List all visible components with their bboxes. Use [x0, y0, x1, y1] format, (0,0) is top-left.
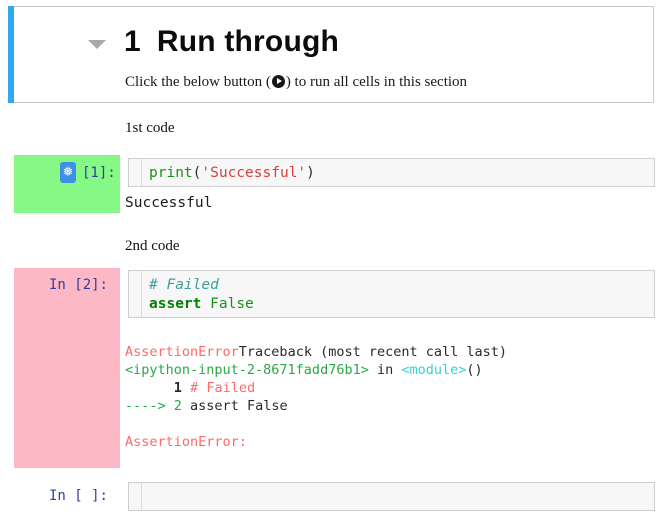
- markdown-label-first: 1st code: [125, 120, 175, 136]
- cell-1-output: Successful: [125, 195, 213, 211]
- cell-1-input-gutter: [129, 159, 142, 186]
- section-number: 1: [124, 25, 141, 58]
- cell-3-prompt: In [ ]:: [48, 488, 108, 504]
- cell-1-code: print('Successful'): [149, 164, 315, 183]
- traceback-error-name: AssertionError: [125, 344, 239, 360]
- cell-2-code: # Failed assert False: [149, 276, 254, 314]
- traceback-final-error: AssertionError:: [125, 434, 247, 450]
- traceback-header: Traceback (most recent call last): [238, 344, 508, 360]
- page-title: 1 Run through: [124, 25, 339, 59]
- subtitle-text-after: ) to run all cells in this section: [285, 74, 468, 90]
- cell-1-prompt: [1]:: [82, 165, 116, 181]
- cell-1-input-box[interactable]: print('Successful'): [128, 158, 655, 187]
- cell-2-code-comment: # Failed: [149, 277, 219, 293]
- traceback-file: <ipython-input-2-8671fadd76b1>: [125, 362, 369, 378]
- cell-2-prompt: In [2]:: [48, 277, 108, 293]
- section-accent-bar: [8, 6, 14, 103]
- markdown-label-second: 2nd code: [125, 238, 180, 254]
- cell-2-input-gutter: [129, 271, 142, 317]
- cell-2-traceback: AssertionErrorTraceback (most recent cal…: [125, 343, 507, 451]
- section-subtitle: Click the below button ( ) to run all cel…: [125, 74, 467, 91]
- subtitle-text-before: Click the below button (: [125, 74, 271, 90]
- cell-2-prompt-background: [14, 268, 120, 468]
- traceback-line4-number: 2: [173, 398, 182, 414]
- cell-2-code-constant: False: [210, 296, 254, 312]
- traceback-line3-code: # Failed: [190, 380, 256, 396]
- chevron-down-icon[interactable]: [88, 40, 106, 49]
- traceback-module: <module>: [401, 362, 467, 378]
- snowflake-icon: ❅: [60, 162, 76, 183]
- traceback-arrow: ---->: [125, 398, 174, 414]
- play-circle-icon: [271, 75, 285, 88]
- cell-3-input-box[interactable]: [128, 482, 655, 511]
- cell-3-input-gutter: [129, 483, 142, 510]
- cell-2-input-box[interactable]: # Failed assert False: [128, 270, 655, 318]
- section-title-text: Run through: [156, 25, 340, 58]
- traceback-line3-number: 1: [173, 380, 182, 396]
- cell-1-code-close-paren: ): [306, 165, 315, 181]
- cell-2-code-keyword: assert: [149, 296, 202, 312]
- cell-1-code-string: 'Successful': [201, 165, 307, 181]
- traceback-in-word: in: [368, 362, 402, 378]
- cell-1-code-fn: print: [149, 165, 193, 181]
- traceback-line4-code: assert False: [181, 398, 288, 414]
- traceback-module-parens: (): [466, 362, 483, 378]
